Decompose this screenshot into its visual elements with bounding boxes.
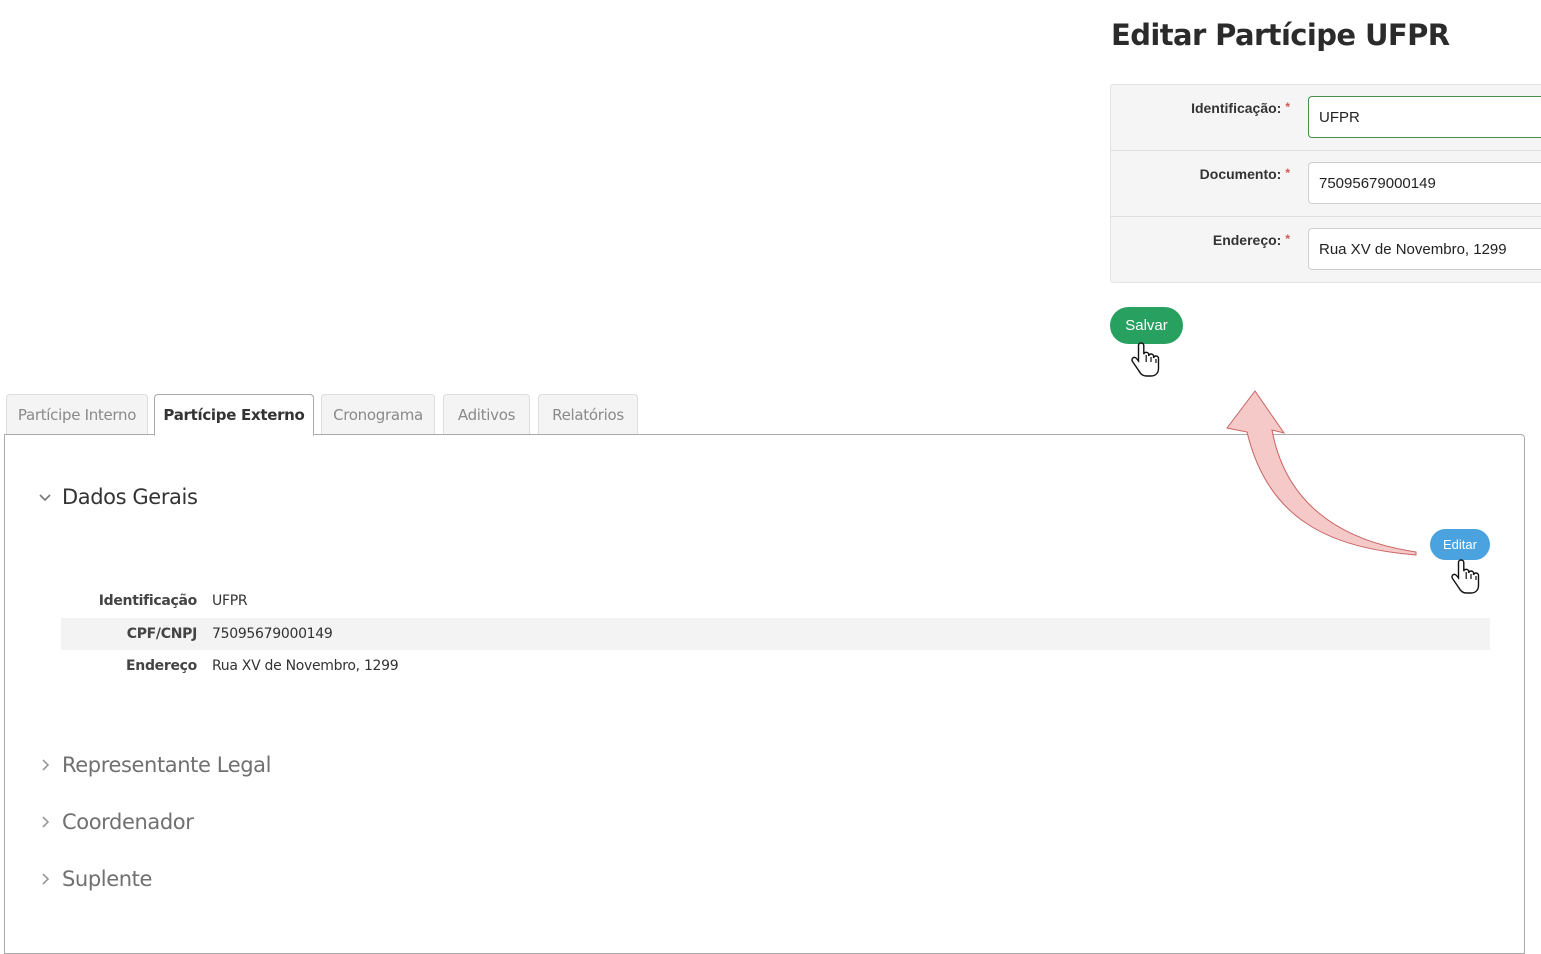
required-mark: *: [1285, 100, 1290, 114]
detail-value: Rua XV de Novembro, 1299: [212, 658, 399, 674]
section-dados-gerais[interactable]: Dados Gerais: [36, 485, 198, 509]
chevron-right-icon: [36, 813, 54, 831]
hand-pointer-icon: [1131, 342, 1160, 377]
section-title: Representante Legal: [62, 753, 272, 777]
required-mark: *: [1285, 232, 1290, 246]
section-title: Coordenador: [62, 810, 194, 834]
form-row-documento: Documento: *: [1111, 150, 1541, 217]
form-row-endereco: Endereço: *: [1111, 216, 1541, 283]
section-title: Suplente: [62, 867, 152, 891]
detail-row-identificacao: Identificação UFPR: [61, 585, 1490, 617]
detail-value: 75095679000149: [212, 626, 333, 642]
save-button[interactable]: Salvar: [1110, 307, 1183, 344]
tab-aditivos[interactable]: Aditivos: [443, 394, 530, 435]
endereco-label: Endereço: *: [1212, 232, 1290, 248]
detail-label: Identificação: [98, 593, 198, 609]
detail-label: CPF/CNPJ: [126, 626, 198, 642]
edit-form-title: Editar Partícipe UFPR: [1111, 18, 1450, 52]
identificacao-input[interactable]: [1308, 96, 1541, 138]
detail-row-endereco: Endereço Rua XV de Novembro, 1299: [61, 650, 1490, 682]
section-representante-legal[interactable]: Representante Legal: [36, 753, 271, 777]
tab-cronograma[interactable]: Cronograma: [321, 394, 435, 435]
edit-button[interactable]: Editar: [1430, 529, 1490, 560]
chevron-right-icon: [36, 870, 54, 888]
tab-relatorios[interactable]: Relatórios: [538, 394, 638, 435]
detail-label: Endereço: [126, 658, 197, 674]
section-title: Dados Gerais: [62, 485, 198, 509]
edit-form-panel: Identificação:* Documento:* Endereço:*: [1110, 84, 1541, 283]
detail-value: UFPR: [212, 593, 248, 609]
required-mark: *: [1285, 166, 1290, 180]
form-row-identificacao: Identificação: *: [1111, 85, 1541, 151]
tab-content-panel: [4, 434, 1525, 954]
tab-participe-interno[interactable]: Partícipe Interno: [6, 394, 148, 435]
endereco-input[interactable]: [1308, 228, 1541, 270]
chevron-right-icon: [36, 756, 54, 774]
chevron-down-icon: [36, 488, 54, 506]
section-suplente[interactable]: Suplente: [36, 867, 152, 891]
documento-input[interactable]: [1308, 162, 1541, 204]
documento-label: Documento: *: [1199, 166, 1290, 182]
section-coordenador[interactable]: Coordenador: [36, 810, 194, 834]
tab-participe-externo[interactable]: Partícipe Externo: [154, 394, 314, 436]
identificacao-label: Identificação: *: [1191, 100, 1290, 116]
detail-row-cpf-cnpj: CPF/CNPJ 75095679000149: [61, 618, 1490, 650]
